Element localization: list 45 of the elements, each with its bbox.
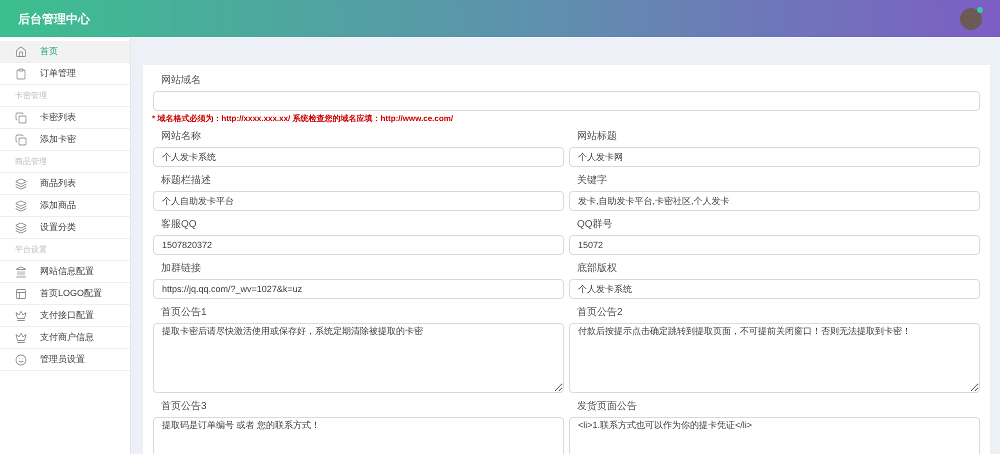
crown-icon (15, 332, 27, 344)
tower-icon (15, 266, 27, 278)
field-label: 加群链接 (160, 262, 202, 276)
avatar[interactable] (960, 8, 982, 30)
input-field[interactable]: 发卡,自助发卡平台,卡密社区,个人发卡 (569, 191, 980, 211)
home-icon (15, 46, 27, 58)
input-field[interactable]: 个人自助发卡平台 (153, 191, 564, 211)
field-label: 客服QQ (160, 218, 198, 232)
text-area[interactable]: <li>1.联系方式也可以作为你的提卡凭证</li> (569, 417, 980, 454)
field-label: 网站标题 (576, 130, 618, 144)
clipboard-icon (15, 68, 27, 80)
field-label: 网站域名 (160, 74, 202, 88)
layers-icon (15, 200, 27, 212)
group-label: 商品管理 (15, 156, 47, 168)
layout-icon (15, 288, 27, 300)
field-label: 首页公告1 (160, 306, 208, 320)
field-label: 首页公告3 (160, 400, 208, 414)
input-field[interactable]: 个人发卡网 (569, 147, 980, 167)
layers-icon (15, 178, 27, 190)
field-label: 网站名称 (160, 130, 202, 144)
field-label: 底部版权 (576, 262, 618, 276)
app-title: 后台管理中心 (18, 10, 90, 28)
input-field[interactable]: 1507820372 (153, 235, 564, 255)
squares-icon (15, 134, 27, 146)
squares-icon (15, 112, 27, 124)
group-label: 平台设置 (15, 244, 47, 256)
crown-icon (15, 310, 27, 322)
field-label: 关键字 (576, 174, 608, 188)
online-status-icon (977, 6, 983, 12)
input-field[interactable]: https://jq.qq.com/?_wv=1027&k=uz (153, 279, 564, 299)
group-label: 卡密管理 (15, 90, 47, 102)
field-label: QQ群号 (576, 218, 614, 232)
text-area[interactable]: 提取码是订单编号 或者 您的联系方式！ (153, 417, 564, 454)
field-label: 发货页面公告 (576, 400, 638, 414)
input-field[interactable]: 15072 (569, 235, 980, 255)
field-label: 标题栏描述 (160, 174, 212, 188)
text-area[interactable]: 付款后按提示点击确定跳转到提取页面，不可提前关闭窗口！否则无法提取到卡密！ (569, 323, 980, 393)
input-field[interactable]: 个人发卡系统 (153, 147, 564, 167)
input-field[interactable] (153, 91, 980, 111)
input-field[interactable]: 个人发卡系统 (569, 279, 980, 299)
field-label: 首页公告2 (576, 306, 624, 320)
smile-icon (15, 354, 27, 366)
domain-note: * 域名格式必须为：http://xxxx.xxx.xx/ 系统检查您的域名应填：http://www.ce.com/ (152, 113, 454, 125)
layers-icon (15, 222, 27, 234)
text-area[interactable]: 提取卡密后请尽快激活使用或保存好，系统定期清除被提取的卡密 (153, 323, 564, 393)
